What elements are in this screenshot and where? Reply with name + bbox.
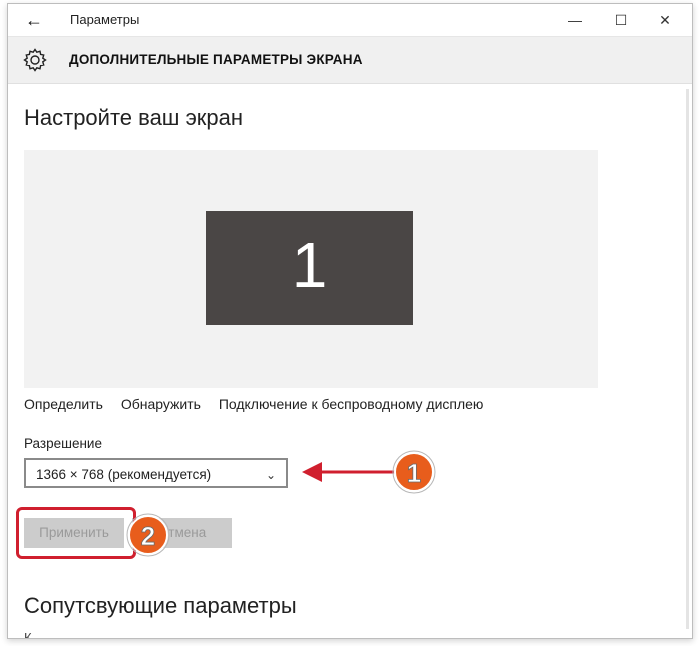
main-content: Настройте ваш экран 1 Определить Обнаруж… bbox=[8, 83, 692, 638]
maximize-button[interactable]: ☐ bbox=[606, 8, 636, 32]
back-arrow-icon[interactable]: ← bbox=[24, 10, 44, 30]
related-settings-partial-text: К... bbox=[24, 630, 43, 639]
detect-link[interactable]: Обнаружить bbox=[121, 396, 201, 412]
resolution-value: 1366 × 768 (рекомендуется) bbox=[36, 467, 212, 482]
wireless-display-link[interactable]: Подключение к беспроводному дисплею bbox=[219, 396, 484, 412]
callout-1-number: 1 bbox=[407, 458, 421, 488]
identify-link[interactable]: Определить bbox=[24, 396, 103, 412]
resolution-label: Разрешение bbox=[24, 436, 102, 451]
scrollbar[interactable] bbox=[686, 89, 689, 629]
display-1-tile[interactable]: 1 bbox=[206, 211, 413, 325]
close-button[interactable]: ✕ bbox=[650, 8, 680, 32]
app-title: Параметры bbox=[70, 12, 140, 27]
annotation-arrow-1: 1 bbox=[302, 450, 436, 494]
minimize-button[interactable]: — bbox=[560, 8, 590, 32]
customize-display-heading: Настройте ваш экран bbox=[24, 105, 244, 130]
display-arrangement-area: 1 bbox=[24, 150, 598, 388]
title-bar: ← Параметры — ☐ ✕ bbox=[8, 4, 692, 36]
resolution-dropdown[interactable]: 1366 × 768 (рекомендуется) ⌄ bbox=[24, 458, 288, 488]
page-title: ДОПОЛНИТЕЛЬНЫЕ ПАРАМЕТРЫ ЭКРАНА bbox=[69, 52, 363, 67]
chevron-down-icon: ⌄ bbox=[265, 468, 276, 482]
display-number: 1 bbox=[291, 229, 328, 301]
gear-icon bbox=[23, 48, 47, 72]
display-actions: Определить Обнаружить Подключение к бесп… bbox=[24, 396, 497, 412]
related-settings-heading: Сопутсвующие параметры bbox=[24, 593, 297, 618]
annotation-callout-2: 2 bbox=[126, 513, 170, 557]
annotation-highlight-box bbox=[16, 507, 136, 559]
callout-2-number: 2 bbox=[141, 521, 155, 551]
page-header: ДОПОЛНИТЕЛЬНЫЕ ПАРАМЕТРЫ ЭКРАНА bbox=[8, 36, 692, 84]
settings-window: ← Параметры — ☐ ✕ ДОПОЛНИТЕЛЬНЫЕ ПАРАМЕТ… bbox=[7, 3, 693, 639]
